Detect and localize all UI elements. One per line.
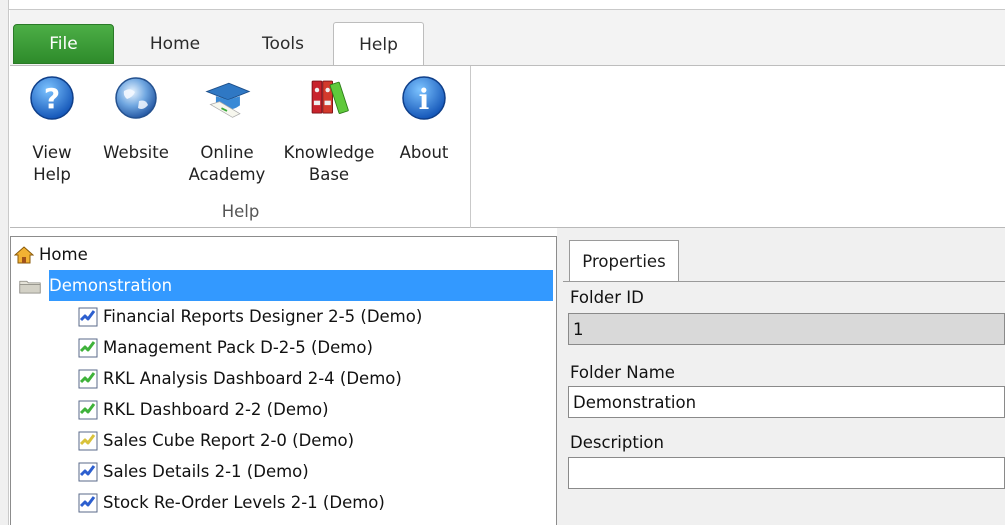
folder-name-label: Folder Name	[570, 363, 675, 382]
graduation-cap-icon	[203, 74, 251, 122]
tree-item-report[interactable]: RKL Dashboard 2-2 (Demo)	[77, 394, 547, 425]
tab-tools[interactable]: Tools	[238, 23, 328, 65]
knowledge-base-button[interactable]: Knowledge Base	[276, 74, 382, 186]
website-button[interactable]: Website	[96, 74, 176, 164]
ribbon-panel: ? View Help Website Online Academy Knowl…	[10, 65, 1005, 228]
globe-icon	[112, 74, 160, 122]
tree-item-label: Management Pack D-2-5 (Demo)	[103, 338, 373, 357]
report-green-icon	[77, 399, 99, 421]
help-question-icon: ?	[28, 74, 76, 122]
folder-name-field[interactable]: Demonstration	[568, 386, 1005, 418]
tree-item-label: Financial Reports Designer 2-5 (Demo)	[103, 307, 423, 326]
tree-folder-demonstration[interactable]: Demonstration	[19, 270, 553, 301]
binders-icon	[305, 74, 353, 122]
ribbon-tab-strip: File Home Tools Help	[10, 10, 1005, 66]
folder-id-label: Folder ID	[570, 288, 644, 307]
tree-root-label: Home	[39, 245, 88, 264]
tree-item-label: Sales Details 2-1 (Demo)	[103, 462, 309, 481]
tab-underline	[563, 281, 1005, 282]
properties-pane: Properties Folder ID 1 Folder Name Demon…	[563, 228, 1005, 525]
knowledge-base-label: Knowledge Base	[283, 143, 375, 184]
tree-item-report[interactable]: Sales Cube Report 2-0 (Demo)	[77, 425, 547, 456]
help-group: ? View Help Website Online Academy Knowl…	[10, 66, 471, 228]
view-help-label: View Help	[32, 143, 72, 184]
tree-item-report[interactable]: Sales Details 2-1 (Demo)	[77, 456, 547, 487]
description-field[interactable]	[568, 457, 1005, 489]
tab-home[interactable]: Home	[130, 23, 220, 65]
tree-item-report[interactable]: Management Pack D-2-5 (Demo)	[77, 332, 547, 363]
report-green-icon	[77, 337, 99, 359]
report-tree[interactable]: Home Demonstration Financial Reports Des…	[10, 236, 557, 525]
home-icon	[13, 244, 35, 266]
tree-item-report[interactable]: Stock Re-Order Levels 2-1 (Demo)	[77, 487, 547, 518]
application-window: File Home Tools Help ? View Help Website…	[0, 0, 1005, 525]
report-blue-icon	[77, 306, 99, 328]
online-academy-button[interactable]: Online Academy	[186, 74, 268, 186]
svg-text:i: i	[419, 83, 430, 116]
report-blue-icon	[77, 461, 99, 483]
description-label: Description	[570, 433, 664, 452]
website-label: Website	[103, 143, 169, 162]
tree-item-report[interactable]: RKL Analysis Dashboard 2-4 (Demo)	[77, 363, 547, 394]
online-academy-label: Online Academy	[188, 143, 266, 184]
info-icon: i	[400, 74, 448, 122]
tree-item-label: RKL Dashboard 2-2 (Demo)	[103, 400, 329, 419]
folder-icon	[19, 275, 41, 297]
tree-item-label: RKL Analysis Dashboard 2-4 (Demo)	[103, 369, 402, 388]
tree-item-report[interactable]: Financial Reports Designer 2-5 (Demo)	[77, 301, 547, 332]
tree-folder-label: Demonstration	[49, 276, 173, 295]
tree-item-label: Sales Cube Report 2-0 (Demo)	[103, 431, 355, 450]
view-help-button[interactable]: ? View Help	[27, 74, 77, 186]
report-green-icon	[77, 368, 99, 390]
window-top-border	[0, 0, 1005, 10]
ribbon-group-label: Help	[221, 202, 260, 221]
about-label: About	[399, 143, 449, 162]
tree-item-label: Stock Re-Order Levels 2-1 (Demo)	[103, 493, 385, 512]
tab-properties[interactable]: Properties	[569, 240, 679, 282]
report-yellow-icon	[77, 430, 99, 452]
svg-text:?: ?	[44, 82, 60, 115]
tab-help[interactable]: Help	[333, 22, 424, 66]
folder-id-field: 1	[568, 313, 1005, 345]
report-blue-icon	[77, 492, 99, 514]
tree-root-home[interactable]: Home	[13, 239, 553, 270]
about-button[interactable]: i About	[394, 74, 454, 164]
tab-file[interactable]: File	[13, 24, 114, 64]
window-left-border	[0, 0, 9, 525]
